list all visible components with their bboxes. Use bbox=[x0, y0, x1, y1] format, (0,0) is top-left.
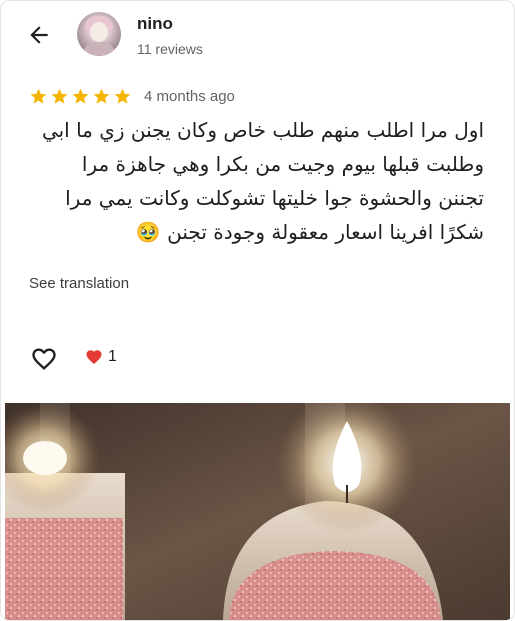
review-time: 4 months ago bbox=[144, 88, 235, 105]
review-photo[interactable] bbox=[5, 403, 510, 620]
heart-reaction[interactable]: 1 bbox=[84, 348, 117, 366]
star-icon bbox=[114, 88, 131, 104]
review-line: وطلبت قبلها بيوم وجيت من بكرا وهي جاهزة … bbox=[81, 152, 484, 176]
red-heart-icon bbox=[86, 350, 102, 365]
candles-photo bbox=[5, 403, 510, 620]
see-translation-link[interactable]: See translation bbox=[29, 275, 129, 292]
avatar[interactable] bbox=[77, 12, 121, 56]
reviewer-name[interactable]: nino bbox=[137, 14, 173, 34]
like-button[interactable] bbox=[29, 345, 59, 373]
star-icon bbox=[72, 88, 89, 104]
arrow-left-icon bbox=[30, 26, 48, 44]
review-line: شكرًا افرينا اسعار معقولة وجودة تجنن 🥹 bbox=[135, 220, 484, 244]
star-icon bbox=[30, 88, 47, 104]
back-button[interactable] bbox=[23, 19, 55, 51]
review-line: تجننن والحشوة جوا خليتها تشوكلت وكانت يم… bbox=[65, 186, 484, 210]
review-text: اول مرا اطلب منهم طلب خاص وكان يجنن زي م… bbox=[29, 113, 484, 249]
star-icon bbox=[51, 88, 68, 104]
review-card: nino 11 reviews 4 months ago اول مرا اطل… bbox=[0, 0, 515, 621]
star-icon bbox=[93, 88, 110, 104]
heart-reaction-count: 1 bbox=[108, 348, 117, 365]
review-line: اول مرا اطلب منهم طلب خاص وكان يجنن زي م… bbox=[41, 118, 484, 142]
avatar-face bbox=[90, 22, 108, 42]
avatar-body bbox=[83, 42, 115, 56]
star-rating: 4 months ago bbox=[29, 87, 235, 106]
heart-outline-icon bbox=[32, 348, 56, 370]
reviewer-review-count: 11 reviews bbox=[137, 41, 203, 57]
